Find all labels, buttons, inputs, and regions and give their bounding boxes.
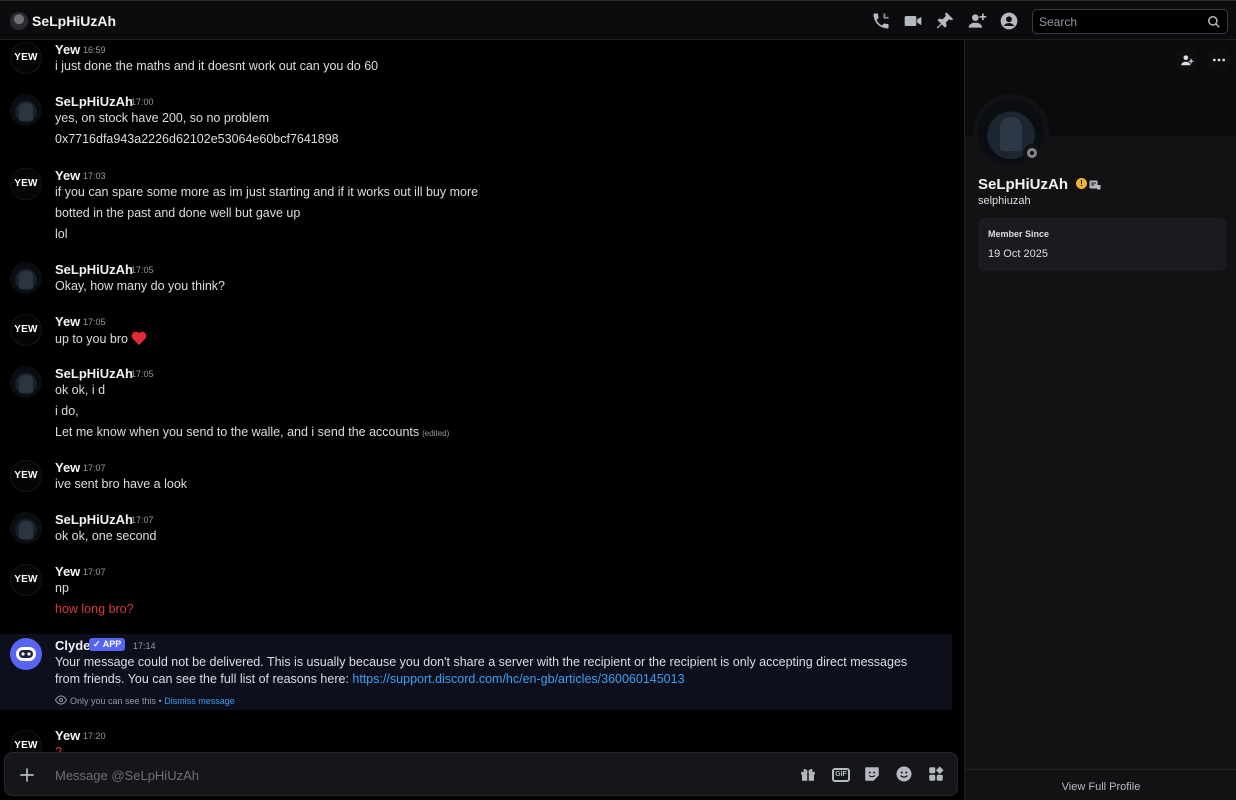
message-text: if you can spare some more as im just st… bbox=[55, 185, 479, 199]
username[interactable]: Yew bbox=[55, 314, 80, 329]
avatar[interactable]: YEW bbox=[10, 460, 42, 492]
username[interactable]: Yew bbox=[55, 42, 80, 57]
apps-icon[interactable] bbox=[927, 765, 947, 785]
username[interactable]: SeLpHiUzAh bbox=[55, 512, 133, 527]
timestamp: 17:07 bbox=[83, 463, 106, 473]
search-icon[interactable] bbox=[1207, 15, 1221, 29]
dm-title[interactable]: SeLpHiUzAh bbox=[32, 13, 116, 29]
server-tag-icon[interactable] bbox=[1089, 178, 1101, 190]
message-text: Your message could not be delivered. Thi… bbox=[55, 654, 935, 688]
timestamp: 17:20 bbox=[83, 731, 106, 741]
message-input[interactable] bbox=[55, 766, 755, 784]
message-text: i do, bbox=[55, 404, 79, 418]
avatar[interactable]: YEW bbox=[10, 42, 42, 74]
failed-message-text[interactable]: how long bro? bbox=[55, 602, 134, 616]
sticker-icon[interactable] bbox=[863, 765, 883, 785]
timestamp: 17:07 bbox=[131, 515, 154, 525]
avatar[interactable] bbox=[10, 512, 42, 544]
message-text: np bbox=[55, 581, 69, 595]
member-since-card: Member Since 19 Oct 2025 bbox=[978, 218, 1226, 271]
add-friends-icon[interactable] bbox=[967, 11, 987, 31]
warning-badge-icon[interactable]: ! bbox=[1076, 178, 1087, 189]
message-text: Let me know when you send to the walle, … bbox=[55, 425, 449, 439]
message-text: ive sent bro have a look bbox=[55, 477, 188, 491]
message-text: botted in the past and done well but gav… bbox=[55, 206, 301, 220]
gif-icon[interactable]: GIF bbox=[832, 768, 850, 782]
member-since-label: Member Since bbox=[988, 229, 1050, 239]
emoji-icon[interactable] bbox=[895, 765, 915, 785]
app-badge-label: APP bbox=[102, 639, 122, 649]
profile-display-name: SeLpHiUzAh bbox=[978, 176, 1068, 193]
avatar[interactable] bbox=[10, 366, 42, 398]
search-box[interactable] bbox=[1032, 9, 1228, 34]
profile-username: selphiuzah bbox=[978, 195, 1031, 207]
dismiss-message-link[interactable]: Dismiss message bbox=[164, 696, 235, 706]
ephemeral-notice: Only you can see this • Dismiss message bbox=[54, 695, 235, 706]
user-profile-icon[interactable] bbox=[999, 11, 1019, 31]
username[interactable]: SeLpHiUzAh bbox=[55, 366, 133, 381]
username[interactable]: Yew bbox=[55, 460, 80, 475]
username[interactable]: SeLpHiUzAh bbox=[55, 262, 133, 277]
more-icon[interactable] bbox=[1207, 48, 1231, 72]
only-you-label: Only you can see this bbox=[70, 696, 157, 706]
avatar[interactable]: YEW bbox=[10, 564, 42, 596]
support-link[interactable]: https://support.discord.com/hc/en-gb/art… bbox=[352, 672, 684, 686]
username[interactable]: Yew bbox=[55, 728, 80, 743]
timestamp: 17:05 bbox=[83, 317, 106, 327]
add-friend-icon[interactable] bbox=[1175, 48, 1199, 72]
member-since-date: 19 Oct 2025 bbox=[988, 248, 1048, 260]
eye-icon bbox=[54, 695, 68, 705]
plus-icon[interactable] bbox=[17, 765, 37, 785]
username[interactable]: SeLpHiUzAh bbox=[55, 94, 133, 109]
app-badge: ✓ APP bbox=[89, 638, 126, 651]
timestamp: 17:00 bbox=[131, 97, 154, 107]
avatar[interactable] bbox=[10, 262, 42, 294]
message-text: 0x7716dfa943a2226d62102e53064e60bcf76418… bbox=[55, 132, 339, 146]
search-input[interactable] bbox=[1039, 14, 1199, 30]
message-composer: GIF bbox=[4, 752, 958, 796]
voice-call-icon[interactable] bbox=[871, 11, 891, 31]
header-avatar[interactable] bbox=[10, 12, 28, 30]
username[interactable]: Yew bbox=[55, 564, 80, 579]
edited-label: (edited) bbox=[422, 429, 450, 438]
message-text: ok ok, i d bbox=[55, 383, 106, 397]
timestamp: 17:03 bbox=[83, 171, 106, 181]
timestamp: 17:14 bbox=[133, 641, 156, 651]
user-profile-panel: SeLpHiUzAh ! selphiuzah Member Since 19 … bbox=[964, 40, 1236, 800]
message-text: ok ok, one second bbox=[55, 529, 157, 543]
dm-header: SeLpHiUzAh bbox=[0, 0, 1236, 40]
clyde-avatar[interactable] bbox=[10, 638, 42, 670]
message-text: up to you bro bbox=[55, 331, 147, 346]
username[interactable]: Yew bbox=[55, 168, 80, 183]
message-text-content: Let me know when you send to the walle, … bbox=[55, 425, 420, 439]
offline-status-icon bbox=[1023, 144, 1041, 162]
message-text: i just done the maths and it doesnt work… bbox=[55, 59, 379, 73]
view-full-profile-button[interactable]: View Full Profile bbox=[965, 769, 1236, 800]
timestamp: 17:05 bbox=[131, 369, 154, 379]
message-text: lol bbox=[55, 227, 68, 241]
message-list: YEW Yew 16:59 i just done the maths and … bbox=[0, 40, 964, 800]
timestamp: 16:59 bbox=[83, 45, 106, 55]
gift-icon[interactable] bbox=[799, 765, 819, 785]
clyde-system-message: Clyde ✓ APP 17:14 Your message could not… bbox=[0, 634, 952, 710]
timestamp: 17:05 bbox=[131, 265, 154, 275]
message-text-content: up to you bro bbox=[55, 332, 128, 346]
profile-badges: ! bbox=[1076, 178, 1101, 193]
avatar[interactable]: YEW bbox=[10, 314, 42, 346]
avatar[interactable] bbox=[10, 94, 42, 126]
heart-emoji[interactable] bbox=[131, 331, 147, 345]
pin-icon[interactable] bbox=[935, 11, 955, 31]
message-text: yes, on stock have 200, so no problem bbox=[55, 111, 270, 125]
timestamp: 17:07 bbox=[83, 567, 106, 577]
avatar[interactable]: YEW bbox=[10, 168, 42, 200]
username[interactable]: Clyde bbox=[55, 638, 90, 653]
message-text: Okay, how many do you think? bbox=[55, 279, 225, 293]
separator: • bbox=[156, 696, 165, 706]
video-call-icon[interactable] bbox=[903, 11, 923, 31]
